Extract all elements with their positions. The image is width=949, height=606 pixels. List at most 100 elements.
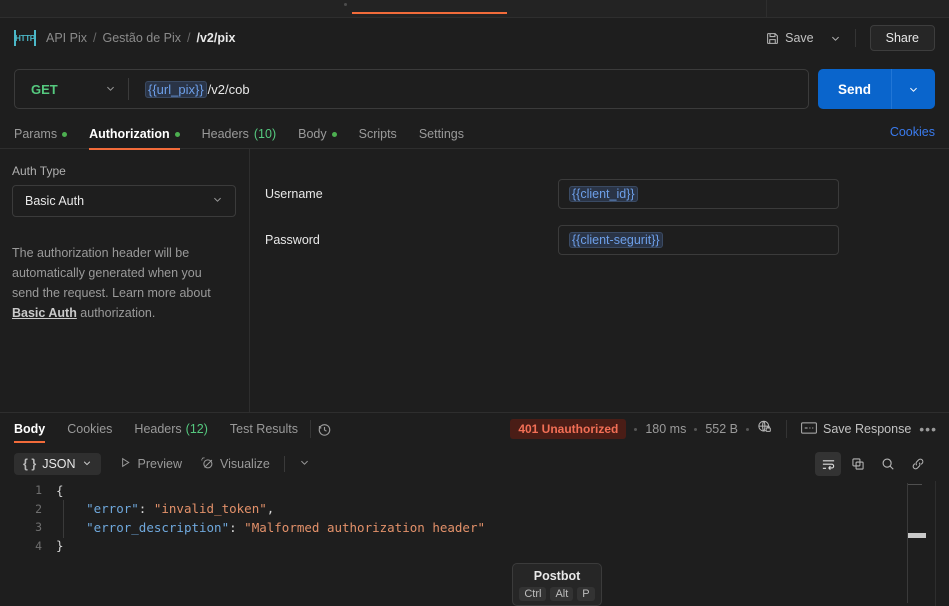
- request-header: HTTP API Pix / Gestão de Pix / /v2/pix S…: [0, 18, 949, 58]
- breadcrumb-item-folder[interactable]: Gestão de Pix: [102, 31, 181, 45]
- json-key: "error": [86, 501, 139, 517]
- auth-type-select[interactable]: Basic Auth: [12, 185, 236, 217]
- search-icon[interactable]: [875, 452, 901, 476]
- wrap-lines-icon[interactable]: [815, 452, 841, 476]
- auth-type-label: Auth Type: [12, 164, 66, 178]
- breadcrumb-item-request[interactable]: /v2/pix: [196, 31, 235, 45]
- tab-params-label: Params: [14, 127, 58, 141]
- request-tab-bar: Params Authorization Headers (10) Body S…: [0, 120, 949, 150]
- response-tab-cookies[interactable]: Cookies: [67, 413, 112, 445]
- response-tab-headers[interactable]: Headers (12): [134, 413, 207, 445]
- tab-scripts-label: Scripts: [358, 127, 397, 141]
- preview-label: Preview: [137, 457, 183, 471]
- username-input[interactable]: {{client_id}}: [558, 179, 839, 209]
- meta-separator-dot: [746, 427, 750, 431]
- code-minimap-scrollbar[interactable]: [907, 483, 908, 603]
- postbot-tooltip[interactable]: Postbot Ctrl Alt P: [512, 563, 602, 606]
- braces-icon: { }: [23, 457, 37, 471]
- code-minimap-top-marker: [908, 484, 922, 485]
- http-method-select[interactable]: GET: [15, 70, 128, 108]
- tab-settings[interactable]: Settings: [419, 120, 464, 149]
- line-number: 3: [35, 520, 42, 535]
- url-path-text: /v2/cob: [207, 81, 250, 97]
- tab-settings-label: Settings: [418, 127, 464, 141]
- chevron-down-icon: [82, 457, 92, 471]
- preview-button[interactable]: Preview: [119, 456, 182, 472]
- password-label: Password: [265, 233, 320, 247]
- send-button-group: Send: [818, 69, 935, 109]
- tab-params[interactable]: Params: [14, 120, 68, 149]
- response-right-edge-divider: [935, 481, 936, 606]
- http-icon-label: HTTP: [15, 33, 35, 43]
- auth-credentials-panel: Username {{client_id}} Password {{client…: [251, 149, 949, 413]
- json-comma: ,: [266, 501, 275, 517]
- save-response-button[interactable]: Save Response: [801, 421, 911, 437]
- active-tab-underline: [352, 12, 507, 14]
- tab-body[interactable]: Body: [298, 120, 337, 149]
- breadcrumb-item-collection[interactable]: API Pix: [46, 31, 87, 45]
- code-line: 4 }: [0, 537, 949, 556]
- save-button[interactable]: Save: [757, 26, 823, 50]
- tab-headers-label: Headers: [201, 127, 249, 141]
- username-label: Username: [265, 187, 323, 201]
- response-time: 180 ms: [645, 422, 687, 436]
- postbot-title: Postbot: [533, 569, 581, 583]
- tab-params-status-dot: [62, 131, 68, 137]
- response-tab-headers-count: (12): [185, 422, 208, 436]
- json-string-value: "Malformed authorization header": [244, 519, 485, 535]
- link-icon[interactable]: [905, 452, 931, 476]
- response-tab-headers-label: Headers: [134, 422, 182, 436]
- response-meta: 401 Unauthorized 180 ms 552 B Save Respo…: [510, 419, 949, 439]
- request-url-input[interactable]: {{url_pix}} /v2/cob: [129, 70, 808, 108]
- tab-headers-count: (10): [253, 127, 277, 141]
- password-row: Password {{client-segurit}}: [265, 225, 949, 255]
- share-button[interactable]: Share: [869, 25, 935, 51]
- tab-authorization-label: Authorization: [89, 127, 170, 141]
- auth-type-value: Basic Auth: [25, 194, 85, 208]
- response-body-code[interactable]: 1 { 2 "error" : "invalid_token" , 3 "err…: [0, 481, 949, 606]
- breadcrumb-separator: /: [187, 31, 191, 45]
- visualize-options-chevron-down-icon[interactable]: [299, 455, 310, 473]
- tab-body-label: Body: [298, 127, 327, 141]
- code-minimap-thumb[interactable]: [908, 533, 926, 538]
- code-line: 3 "error_description" : "Malformed autho…: [0, 518, 949, 537]
- tab-scripts[interactable]: Scripts: [359, 120, 397, 149]
- send-options-chevron-down-icon[interactable]: [891, 69, 935, 109]
- status-badge: 401 Unauthorized: [510, 419, 627, 439]
- json-key: "error_description": [86, 519, 230, 535]
- breadcrumb-separator: /: [93, 31, 97, 45]
- save-response-icon: [801, 421, 817, 437]
- response-meta-divider: [786, 420, 788, 438]
- tab-authorization-status-dot: [174, 131, 180, 137]
- auth-help-text-part2: authorization.: [76, 306, 156, 320]
- line-number: 1: [35, 483, 42, 498]
- play-triangle-icon: [119, 456, 132, 472]
- basic-auth-doc-link[interactable]: Basic Auth: [12, 306, 77, 320]
- code-fold-rail: [63, 500, 64, 538]
- globe-lock-icon[interactable]: [757, 419, 772, 439]
- http-protocol-icon: HTTP: [14, 30, 36, 46]
- clock-history-icon[interactable]: [317, 422, 332, 437]
- send-button[interactable]: Send: [818, 69, 891, 109]
- response-more-options-icon[interactable]: •••: [919, 421, 937, 437]
- response-tab-body[interactable]: Body: [14, 413, 46, 445]
- cookies-link[interactable]: Cookies: [890, 125, 935, 139]
- copy-icon[interactable]: [845, 452, 871, 476]
- response-format-select[interactable]: { } JSON: [14, 453, 101, 475]
- chevron-down-icon: [105, 82, 116, 97]
- workspace-tab-strip[interactable]: [0, 0, 949, 18]
- save-options-chevron-down-icon[interactable]: [825, 25, 847, 51]
- password-variable-chip: {{client-segurit}}: [569, 232, 663, 248]
- request-url-bar: GET {{url_pix}} /v2/cob: [14, 69, 809, 109]
- postbot-shortcut-keys: Ctrl Alt P: [519, 587, 595, 601]
- password-input[interactable]: {{client-segurit}}: [558, 225, 839, 255]
- tab-authorization[interactable]: Authorization: [89, 120, 180, 150]
- visualize-button[interactable]: Visualize: [200, 456, 270, 473]
- response-format-value: JSON: [42, 457, 76, 471]
- tab-headers[interactable]: Headers (10): [202, 120, 276, 149]
- response-tab-test-results[interactable]: Test Results: [230, 413, 298, 445]
- code-line: 1 {: [0, 481, 949, 500]
- toolbar-divider: [283, 456, 285, 472]
